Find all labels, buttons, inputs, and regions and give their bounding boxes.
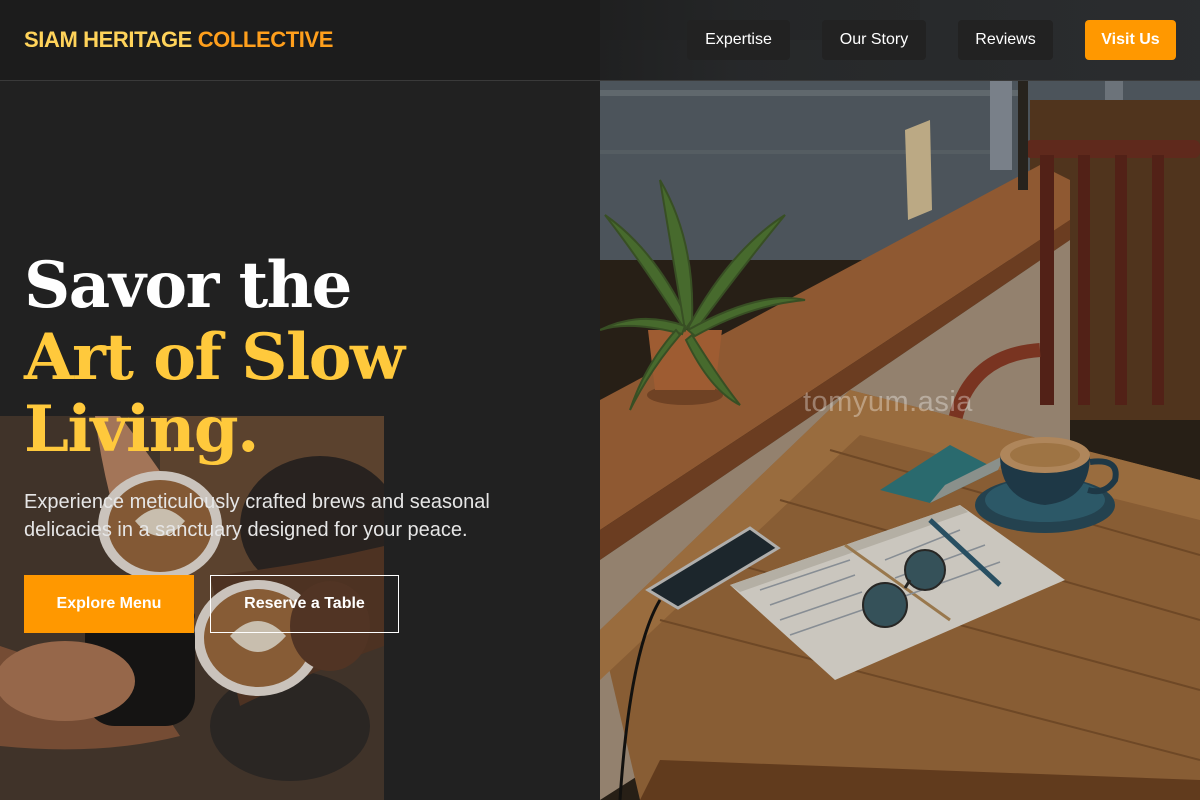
watermark-text: tomyum.asia [803, 386, 973, 418]
hero-headline-line2: Art of Slow Living. [24, 320, 405, 467]
reserve-table-button[interactable]: Reserve a Table [210, 575, 399, 633]
brand-logo[interactable]: SIAM HERITAGE COLLECTIVE [24, 27, 333, 53]
brand-name-part1: SIAM HERITAGE [24, 27, 192, 52]
nav-expertise-button[interactable]: Expertise [687, 20, 790, 60]
site-header: SIAM HERITAGE COLLECTIVE Expertise Our S… [0, 0, 1200, 81]
brand-name-part2: COLLECTIVE [197, 27, 334, 52]
hero-subtitle: Experience meticulously crafted brews an… [24, 491, 490, 541]
hero-headline-line1: Savor the [24, 248, 352, 323]
hero-headline: Savor the Art of Slow Living. [24, 250, 584, 466]
nav-our-story-button[interactable]: Our Story [822, 20, 926, 60]
nav-reviews-button[interactable]: Reviews [958, 20, 1053, 60]
nav-visit-us-button[interactable]: Visit Us [1085, 20, 1176, 60]
explore-menu-button[interactable]: Explore Menu [24, 575, 194, 633]
